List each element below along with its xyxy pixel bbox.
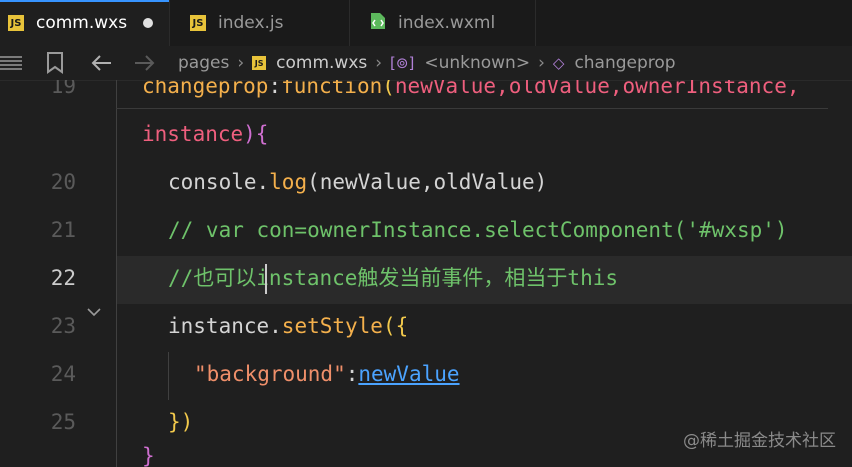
token-paren: ( (382, 80, 395, 98)
brackets-icon: [⊚] (390, 54, 415, 72)
token-object: instance. (168, 314, 282, 338)
code-line-19-wrap: instance){ (142, 110, 268, 158)
code-line-21: // var con=ownerInstance.selectComponent… (168, 218, 788, 242)
token-keyword: function (281, 80, 383, 98)
chevron-right-icon: › (237, 53, 245, 73)
js-file-icon: JS (8, 15, 24, 31)
code-line-19: changeprop:function(newValue,oldValue,ow… (142, 80, 799, 110)
code-line-23: instance.setStyle({ (168, 302, 408, 350)
tab-label: index.js (218, 13, 284, 33)
chevron-right-icon: › (538, 53, 545, 73)
indent-guide (168, 352, 169, 400)
token-method: log (269, 170, 308, 194)
breadcrumb-item-file[interactable]: comm.wxs (276, 53, 367, 73)
fold-chevron-icon[interactable] (86, 302, 102, 321)
chevron-right-icon: › (375, 53, 383, 73)
token-paren-brace: ){ (243, 122, 269, 146)
token-brace: ({ (382, 314, 409, 338)
token-colon: : (268, 80, 282, 98)
breadcrumb-item-unknown[interactable]: <unknown> (424, 53, 530, 73)
tab-comm-wxs[interactable]: JS comm.wxs (0, 0, 170, 46)
code-line-26-partial: } (142, 444, 155, 467)
line-number: 23 (50, 314, 76, 338)
breadcrumb: pages › JS comm.wxs › [⊚] <unknown> › ◇ … (178, 46, 676, 80)
unsaved-dot-icon[interactable] (143, 18, 154, 28)
tab-label: comm.wxs (36, 13, 128, 33)
code-line-24: "background":newValue (194, 350, 460, 398)
token-string: "background" (194, 362, 346, 386)
token-args: (newValue,oldValue) (307, 170, 548, 194)
token-link-value[interactable]: newValue (358, 362, 459, 386)
breadcrumb-item-changeprop[interactable]: changeprop (574, 53, 675, 73)
breadcrumb-item-pages[interactable]: pages (178, 53, 229, 73)
tab-index-wxml[interactable]: index.wxml (350, 0, 536, 46)
indent-guide (116, 80, 117, 467)
token-function-name: changeprop (142, 80, 269, 98)
cube-icon: ◇ (552, 54, 565, 72)
line-number: 25 (50, 410, 76, 434)
forward-arrow-icon[interactable] (134, 46, 156, 80)
back-arrow-icon[interactable] (90, 46, 112, 80)
breadcrumb-toolbar: pages › JS comm.wxs › [⊚] <unknown> › ◇ … (0, 46, 852, 81)
code-editor[interactable]: 19 20 21 22 23 24 25 changeprop:function… (0, 80, 852, 467)
line-number: 20 (50, 170, 76, 194)
tab-index-js[interactable]: JS index.js (170, 0, 350, 46)
token-params: newValue,oldValue,ownerInstance, (394, 80, 800, 98)
code-line-22: //也可以instance触发当前事件，相当于this (168, 266, 619, 290)
code-line-25: }) (168, 410, 194, 434)
tab-label: index.wxml (398, 13, 496, 33)
bookmark-icon[interactable] (46, 46, 64, 80)
code-line-20: console.log(newValue,oldValue) (168, 158, 547, 206)
line-number: 19 (50, 80, 76, 98)
js-file-icon: JS (252, 56, 267, 70)
editor-tab-bar: JS comm.wxs JS index.js index.wxml (0, 0, 852, 46)
line-number-current: 22 (50, 266, 76, 290)
line-number: 21 (50, 218, 76, 242)
wxml-file-icon (370, 12, 386, 35)
js-file-icon: JS (190, 15, 206, 31)
token-object: console. (168, 170, 270, 194)
text-cursor (265, 264, 267, 294)
line-number: 24 (50, 362, 76, 386)
watermark: @稀土掘金技术社区 (683, 431, 836, 451)
token-method: setStyle (281, 314, 383, 338)
list-icon[interactable] (0, 46, 24, 80)
token-colon: : (345, 362, 359, 386)
token-param: instance (142, 122, 244, 146)
